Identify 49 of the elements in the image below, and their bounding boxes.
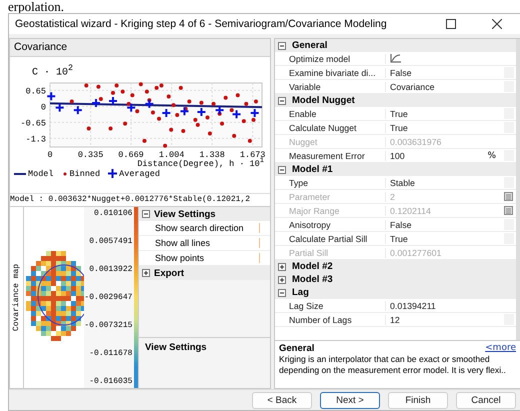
property-name: Optimize model	[275, 54, 386, 64]
property-name: Measurement Error	[275, 150, 386, 160]
y-tick-label: 0	[40, 102, 46, 112]
setting-label: Show points	[155, 253, 206, 263]
property-name: Number of Lags	[275, 314, 386, 324]
property-name: Variable	[275, 82, 386, 92]
x-tick-label: 0.669	[118, 150, 144, 157]
settings-description-title: View Settings	[139, 337, 270, 388]
scale-label: -0.0029647	[84, 293, 132, 302]
legend-label: Model	[28, 168, 54, 178]
property-name: Calculate Partial Sill	[275, 234, 386, 244]
x-tick-label: 1.673	[240, 150, 266, 157]
panel-title: Covariance	[10, 39, 270, 57]
description-text: Kriging is an interpolator that can be exact or smoothed depending on the measurement error model. It is very flexi..	[279, 354, 507, 376]
scale-label: 0.010106	[93, 209, 132, 218]
x-tick-label: 1.338	[199, 150, 225, 157]
x-axis-label: Distance(Degree), h · 10$^{1}$	[136, 157, 265, 168]
property-name: Parameter	[275, 192, 386, 202]
legend-label: Binned	[70, 168, 100, 178]
property-name: Calculate Nugget	[275, 122, 386, 132]
property-name: Anisotropy	[275, 220, 386, 230]
property-name: Lag Size	[275, 300, 386, 310]
y-tick-label: 0.65	[26, 86, 46, 96]
map-axis-label: Covariance map	[12, 264, 21, 332]
scale-label: -0.016035	[88, 377, 132, 386]
x-tick-label: 0.335	[78, 150, 104, 157]
scale-label: -0.0073215	[84, 321, 132, 330]
model-formula: Model : 0.003632*Nugget+0.0012776*Stable(0.12021,2	[10, 193, 270, 207]
property-name: Enable	[275, 108, 386, 118]
x-tick-label: 1.004	[158, 150, 184, 157]
property-name: Major Range	[275, 206, 386, 216]
background-document-text: erpolation.	[7, 0, 65, 13]
window-title: Geostatistical wizard - Kriging step 4 of 6 - Semivariogram/Covariance Modeling	[15, 18, 388, 30]
y-tick-label: -0.65	[20, 118, 46, 128]
scale-label: 0.0013922	[88, 265, 132, 274]
property-name: Partial Sill	[275, 248, 386, 258]
property-name: Examine bivariate di...	[275, 68, 386, 78]
setting-label: Show search direction	[155, 223, 245, 233]
scale-label: -0.011678	[88, 349, 132, 358]
scale-label: 0.0057491	[88, 237, 132, 246]
property-name: Type	[275, 178, 386, 188]
x-tick-label: 0	[47, 150, 53, 157]
property-name: Nugget	[275, 136, 386, 146]
description-title: General	[279, 343, 314, 354]
setting-label: Show all lines	[155, 238, 212, 248]
unit-label: %	[488, 150, 496, 160]
legend-label: Averaged	[119, 168, 160, 178]
y-axis-label: C · 10$^{2}$	[31, 62, 74, 77]
y-tick-label: -1.3	[26, 134, 46, 144]
